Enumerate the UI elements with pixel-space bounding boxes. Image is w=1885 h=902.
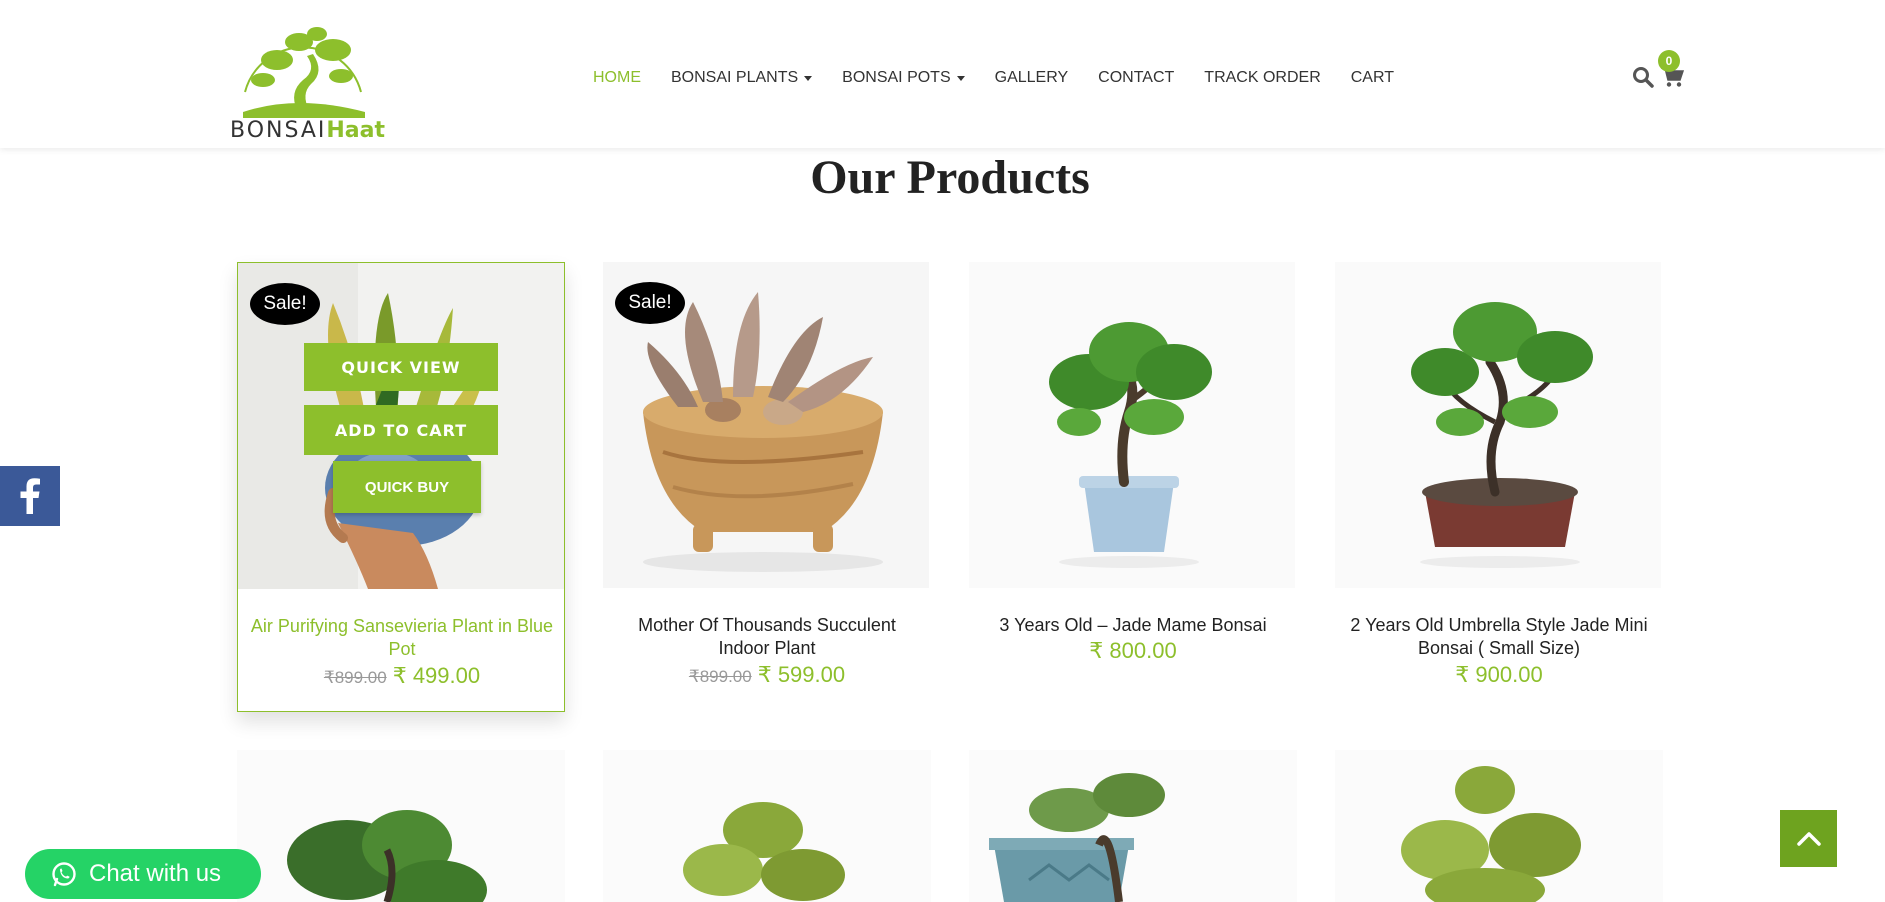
product-image[interactable] [1335, 262, 1661, 588]
sale-badge: Sale! [250, 283, 320, 325]
nav-item-label: CONTACT [1098, 69, 1175, 86]
chat-label: Chat with us [89, 860, 222, 887]
chevron-up-icon [1796, 831, 1821, 846]
product-image[interactable] [237, 750, 565, 902]
logo-text-haat: Haat [326, 118, 386, 143]
product-image-art [969, 262, 1295, 588]
nav-item-label: BONSAI POTS [842, 69, 951, 86]
product-card[interactable]: Sale! QUICK VIEW ADD TO CART QUICK BUY A… [237, 262, 565, 712]
cart-count-badge: 0 [1658, 50, 1680, 72]
logo-text: BONSAIHaat [230, 118, 385, 143]
caret-down-icon [956, 75, 965, 81]
bonsai-logo-icon [243, 27, 365, 118]
price-row: ₹899.00 ₹ 599.00 [603, 662, 931, 688]
nav-item-track-order[interactable]: TRACK ORDER [1204, 69, 1320, 87]
search-icon[interactable] [1632, 66, 1654, 88]
product-card[interactable]: 3 Years Old – Jade Mame Bonsai ₹ 800.00 [969, 262, 1297, 712]
quick-buy-button[interactable]: QUICK BUY [333, 461, 481, 513]
nav-item-label: BONSAI PLANTS [671, 69, 799, 86]
old-price: ₹899.00 [323, 668, 387, 687]
product-image[interactable] [969, 262, 1295, 588]
logo[interactable]: BONSAIHaat [228, 14, 385, 143]
price: ₹ 900.00 [1455, 662, 1543, 687]
add-to-cart-button[interactable]: ADD TO CART [304, 405, 498, 455]
product-image[interactable] [969, 750, 1297, 902]
nav-item-label: GALLERY [994, 69, 1069, 86]
facebook-button[interactable] [0, 466, 60, 526]
page: BONSAIHaat HOME BONSAI PLANTS BONSAI POT… [0, 0, 1885, 902]
product-image-art [603, 750, 931, 902]
product-image-art [1335, 750, 1663, 902]
nav-item-label: TRACK ORDER [1204, 69, 1321, 86]
caret-down-icon [804, 75, 813, 81]
nav-item-gallery[interactable]: GALLERY [995, 69, 1069, 87]
quick-view-button[interactable]: QUICK VIEW [304, 343, 498, 391]
site-header: BONSAIHaat HOME BONSAI PLANTS BONSAI POT… [0, 0, 1885, 148]
product-image-art [237, 750, 565, 902]
old-price: ₹899.00 [688, 667, 752, 686]
product-card[interactable]: 2 Years Old Umbrella Style Jade Mini Bon… [1335, 262, 1663, 712]
nav-item-label: CART [1350, 69, 1395, 86]
product-image[interactable] [1335, 750, 1663, 902]
price: ₹ 800.00 [1089, 638, 1177, 663]
product-title[interactable]: 2 Years Old Umbrella Style Jade Mini Bon… [1345, 614, 1653, 660]
nav-item-home[interactable]: HOME [593, 69, 641, 87]
product-card[interactable]: Sale! Mother Of Thousands Succulent Indo… [603, 262, 931, 712]
nav-item-contact[interactable]: CONTACT [1098, 69, 1174, 87]
nav-item-label: HOME [593, 69, 641, 86]
nav-item-cart[interactable]: CART [1351, 69, 1394, 87]
sale-badge: Sale! [615, 282, 685, 324]
scroll-to-top-button[interactable] [1780, 810, 1837, 867]
main-nav: HOME BONSAI PLANTS BONSAI POTS GALLERY C… [593, 66, 1424, 90]
logo-text-bonsai: BONSAI [230, 118, 327, 143]
price-row: ₹ 800.00 [969, 638, 1297, 664]
product-title[interactable]: Air Purifying Sansevieria Plant in Blue … [248, 615, 556, 661]
whatsapp-chat-button[interactable]: Chat with us [25, 849, 261, 899]
section-title: Our Products [810, 151, 1090, 204]
product-image-art [1335, 262, 1661, 588]
whatsapp-icon [52, 862, 76, 887]
sale-price: ₹ 599.00 [757, 662, 846, 687]
product-title[interactable]: 3 Years Old – Jade Mame Bonsai [979, 614, 1287, 637]
product-image-art [969, 750, 1297, 902]
nav-item-bonsai-plants[interactable]: BONSAI PLANTS [671, 69, 813, 87]
product-title[interactable]: Mother Of Thousands Succulent Indoor Pla… [613, 614, 921, 660]
sale-price: ₹ 499.00 [392, 663, 481, 688]
price-row: ₹ 900.00 [1335, 662, 1663, 688]
facebook-icon [20, 478, 40, 514]
price-row: ₹899.00 ₹ 499.00 [238, 663, 566, 689]
product-image[interactable] [603, 750, 931, 902]
nav-item-bonsai-pots[interactable]: BONSAI POTS [842, 69, 965, 87]
